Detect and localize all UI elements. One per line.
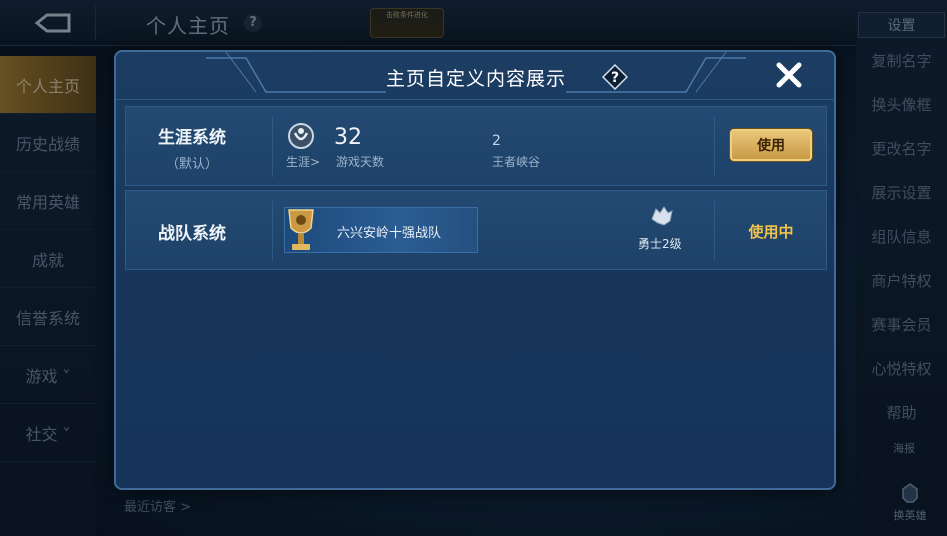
career-system-row: 生涯系统 （默认） 生涯> 32 游戏天数 2 王者峡谷 使用 — [125, 106, 827, 186]
row-divider — [272, 117, 273, 177]
team-rank-label: 勇士2级 — [638, 237, 682, 251]
help-icon[interactable]: ? — [602, 64, 628, 90]
modal-header: 主页自定义内容展示 ? — [116, 52, 834, 100]
team-banner: 六兴安岭十强战队 — [284, 207, 478, 253]
career-system-name: 生涯系统 — [158, 128, 226, 148]
kings-canyon-value: 2 — [492, 133, 501, 149]
in-use-status: 使用中 — [748, 223, 794, 241]
career-system-default-tag: （默认） — [165, 157, 218, 172]
use-career-button[interactable]: 使用 — [730, 129, 812, 161]
team-system-name: 战队系统 — [158, 224, 226, 244]
kings-canyon-label: 王者峡谷 — [492, 155, 541, 169]
career-link[interactable]: 生涯> — [286, 153, 320, 170]
team-name: 六兴安岭十强战队 — [337, 226, 442, 241]
career-emblem-icon — [288, 123, 314, 149]
row-divider — [714, 201, 715, 261]
wolf-rank-icon — [651, 206, 673, 226]
custom-display-modal: 主页自定义内容展示 ? 生涯系统 （默认） 生涯> 32 游戏天数 2 王者峡谷… — [114, 50, 836, 490]
modal-title: 主页自定义内容展示 — [385, 68, 566, 90]
close-button[interactable] — [772, 58, 806, 92]
help-glyph: ? — [611, 70, 619, 86]
row-divider — [714, 117, 715, 177]
team-system-row: 战队系统 六兴安岭十强战队 勇士2级 使用中 — [125, 190, 827, 270]
row-divider — [272, 201, 273, 261]
trophy-icon — [288, 209, 314, 250]
days-played-label: 游戏天数 — [336, 155, 385, 169]
days-played-value: 32 — [334, 125, 362, 150]
